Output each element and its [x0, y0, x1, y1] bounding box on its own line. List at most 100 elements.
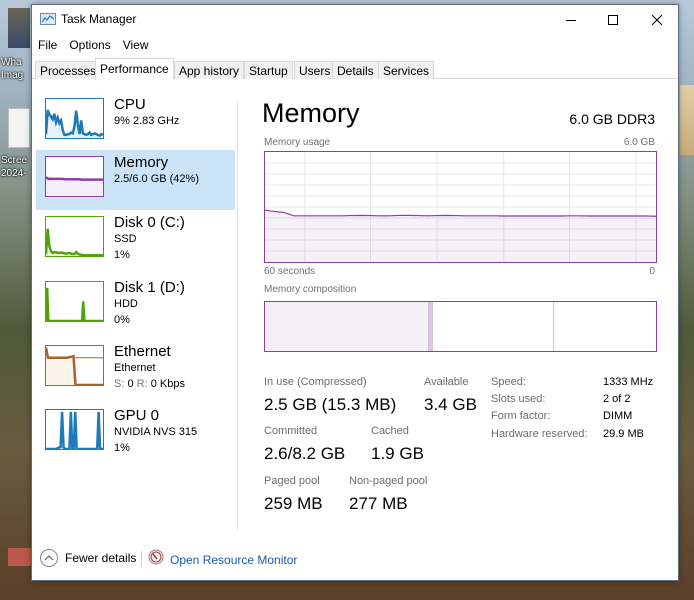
sidebar-item-title: GPU 0: [114, 407, 160, 424]
usage-graph-max: 6.0 GB: [623, 137, 655, 148]
wallpaper-detail: [680, 85, 694, 155]
disk1-sparkline-area: [46, 287, 103, 321]
panel-divider[interactable]: [237, 100, 238, 530]
gpu-sparkline-line: [46, 412, 103, 449]
tab-performance[interactable]: Performance: [95, 58, 174, 80]
disk1-sparkline: [45, 281, 104, 322]
sidebar-item-gpu-0[interactable]: GPU 0 NVIDIA NVS 315 1%: [36, 403, 235, 463]
sidebar-item-detail: 1%: [114, 249, 130, 261]
window-title: Task Manager: [61, 12, 137, 26]
non-paged-pool-label: Non-paged pool: [349, 475, 428, 487]
slots-label: Slots used:: [491, 393, 546, 405]
sidebar-item-detail: NVIDIA NVS 315: [114, 426, 198, 438]
sidebar-item-detail: 2.5/6.0 GB (42%): [114, 173, 199, 185]
menu-file[interactable]: File: [32, 36, 63, 56]
desktop-image-thumbnail-icon[interactable]: [8, 8, 30, 48]
sidebar-item-ethernet[interactable]: Ethernet Ethernet S: 0 R: 0 Kbps: [36, 339, 235, 399]
tab-services[interactable]: Services: [378, 61, 435, 79]
usage-graph-time-label: 60 seconds: [264, 266, 316, 277]
slots-value: 2 of 2: [603, 393, 631, 405]
resource-monitor-icon: [148, 549, 164, 570]
available-label: Available: [424, 376, 469, 388]
composition-graph-label: Memory composition: [264, 284, 357, 295]
menu-bar: File Options View: [32, 36, 155, 56]
memory-usage-graph: [264, 151, 657, 263]
page-title: Memory: [262, 98, 360, 128]
sidebar-item-detail: Ethernet: [114, 362, 156, 374]
composition-segment-in-use[interactable]: [265, 302, 430, 351]
desktop-icon-label[interactable]: Imag: [1, 70, 23, 82]
sidebar-item-detail: 0%: [114, 314, 130, 326]
desktop-icon-label[interactable]: 2024-: [1, 168, 27, 180]
form-factor-label: Form factor:: [491, 410, 551, 422]
close-icon: [652, 14, 662, 25]
ethernet-sparkline: [45, 345, 104, 386]
minimize-button[interactable]: [548, 5, 594, 34]
memory-usage-line: [265, 209, 656, 217]
receive-value: 0 Kbps: [150, 378, 185, 390]
send-label: S:: [114, 378, 125, 390]
sidebar-item-detail: HDD: [114, 298, 138, 310]
available-value: 3.4 GB: [424, 395, 477, 414]
composition-segment-free[interactable]: [554, 302, 656, 351]
composition-segment-standby[interactable]: [433, 302, 555, 351]
sidebar-item-cpu[interactable]: CPU 9% 2.83 GHz: [36, 92, 235, 152]
task-manager-app-icon: [40, 13, 56, 26]
usage-graph-label: Memory usage: [264, 137, 331, 148]
minimize-icon: [566, 19, 576, 21]
sidebar-item-detail: SSD: [114, 233, 137, 245]
wallpaper-detail: [8, 548, 32, 566]
ethernet-throughput: S: 0 R: 0 Kbps: [114, 378, 185, 390]
paged-pool-value: 259 MB: [264, 494, 323, 513]
cached-label: Cached: [371, 425, 409, 437]
sidebar-item-detail: 1%: [114, 442, 130, 454]
footer: Fewer details Open Resource Monitor: [32, 543, 678, 575]
title-bar[interactable]: Task Manager: [32, 5, 678, 34]
memory-sparkline-line: [46, 177, 103, 179]
fewer-details-button[interactable]: Fewer details: [40, 549, 136, 567]
memory-spec: 6.0 GB DDR3: [569, 111, 655, 127]
desktop-icon-label[interactable]: Scree: [1, 155, 27, 167]
hardware-reserved-value: 29.9 MB: [603, 428, 644, 440]
sidebar-item-title: Disk 0 (C:): [114, 214, 185, 231]
footer-separator: [141, 551, 142, 567]
chevron-up-icon: [40, 549, 58, 567]
non-paged-pool-value: 277 MB: [349, 494, 408, 513]
desktop-screenshot-file-icon[interactable]: [8, 108, 30, 148]
tab-users[interactable]: Users: [294, 61, 336, 79]
committed-label: Committed: [264, 425, 318, 437]
open-resource-monitor-label: Open Resource Monitor: [170, 552, 298, 567]
desktop-icon-label[interactable]: Wha: [1, 57, 22, 69]
memory-composition-bar: [264, 301, 657, 352]
disk1-sparkline-line: [46, 288, 103, 321]
close-button[interactable]: [634, 5, 680, 34]
memory-usage-area: [265, 210, 656, 262]
maximize-button[interactable]: [590, 5, 636, 34]
menu-options[interactable]: Options: [63, 36, 116, 56]
open-resource-monitor-link[interactable]: Open Resource Monitor: [148, 549, 297, 570]
memory-sparkline: [45, 156, 104, 197]
hardware-reserved-label: Hardware reserved:: [491, 428, 588, 440]
tab-app-history[interactable]: App history: [174, 61, 245, 79]
gpu-sparkline: [45, 409, 104, 450]
in-use-label: In use (Compressed): [264, 376, 367, 388]
cpu-sparkline: [45, 98, 104, 139]
committed-value: 2.6/8.2 GB: [264, 444, 346, 463]
tab-processes[interactable]: Processes: [35, 61, 102, 79]
sidebar-item-memory[interactable]: Memory 2.5/6.0 GB (42%): [36, 150, 235, 210]
tab-startup[interactable]: Startup: [244, 61, 293, 79]
maximize-icon: [608, 14, 618, 25]
paged-pool-label: Paged pool: [264, 475, 320, 487]
sidebar-item-disk-1[interactable]: Disk 1 (D:) HDD 0%: [36, 275, 235, 335]
fewer-details-label: Fewer details: [65, 551, 137, 565]
sidebar-item-title: Ethernet: [114, 343, 171, 360]
cached-value: 1.9 GB: [371, 444, 424, 463]
usage-graph-zero-label: 0: [649, 266, 655, 277]
in-use-value: 2.5 GB (15.3 MB): [264, 395, 397, 414]
desktop-left-strip: Wha Imag Scree 2024-: [0, 0, 32, 600]
sidebar-item-title: Memory: [114, 154, 169, 171]
speed-value: 1333 MHz: [603, 376, 654, 388]
menu-view[interactable]: View: [117, 36, 155, 56]
tab-details[interactable]: Details: [332, 61, 379, 79]
sidebar-item-disk-0[interactable]: Disk 0 (C:) SSD 1%: [36, 210, 235, 270]
